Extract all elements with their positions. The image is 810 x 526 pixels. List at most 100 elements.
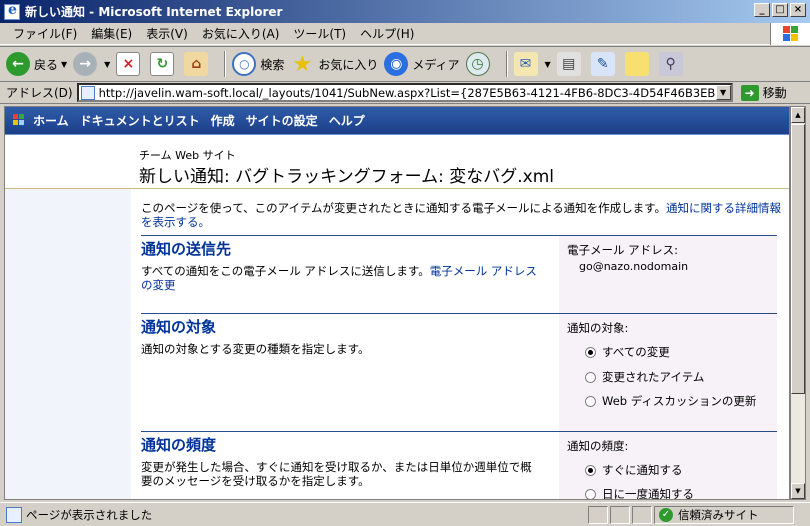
- sharepoint-home-icon: [13, 113, 29, 128]
- nav-documents-lists[interactable]: ドキュメントとリスト: [80, 112, 200, 129]
- page-header: チーム Web サイト 新しい通知: バグトラッキングフォーム: 変なバグ.xm…: [5, 135, 789, 189]
- printer-icon: ▤: [556, 52, 581, 76]
- dropdown-arrow-icon[interactable]: ▼: [545, 60, 551, 69]
- refresh-icon: ↻: [150, 52, 175, 76]
- radio-web-discussion[interactable]: Web ディスカッションの更新: [585, 393, 756, 409]
- section-title: 通知の対象: [141, 318, 217, 336]
- menu-file[interactable]: ファイル(F): [6, 25, 84, 42]
- windows-logo: [770, 23, 810, 45]
- window-title: 新しい通知 - Microsoft Internet Explorer: [25, 5, 283, 19]
- close-button[interactable]: ×: [790, 3, 806, 17]
- section-target: 通知の対象 通知の対象とする変更の種類を指定します。 通知の対象: すべての変更…: [141, 313, 777, 432]
- left-pane: [5, 189, 131, 499]
- menu-edit[interactable]: 編集(E): [84, 25, 139, 42]
- address-dropdown-icon[interactable]: ▼: [715, 85, 731, 100]
- radio-changed-items[interactable]: 変更されたアイテム: [585, 369, 704, 385]
- toolbar-separator: [505, 51, 508, 77]
- frequency-label: 通知の頻度:: [567, 439, 629, 453]
- discuss-button[interactable]: [624, 52, 653, 76]
- dropdown-arrow-icon[interactable]: ▼: [61, 60, 67, 69]
- research-button[interactable]: ⚲: [658, 52, 687, 76]
- scroll-down-icon[interactable]: ▼: [791, 483, 805, 499]
- menu-view[interactable]: 表示(V): [139, 25, 195, 42]
- radio-button[interactable]: [585, 395, 596, 407]
- radio-daily[interactable]: 日に一度通知する: [585, 486, 694, 499]
- menu-bar: ファイル(F) 編集(E) 表示(V) お気に入り(A) ツール(T) ヘルプ(…: [0, 23, 810, 45]
- address-url: http://javelin.wam-soft.local/_layouts/1…: [98, 85, 733, 100]
- target-field-panel: 通知の対象: すべての変更 変更されたアイテム Web ディスカッションの更新: [559, 314, 777, 432]
- radio-all-changes[interactable]: すべての変更: [585, 344, 670, 360]
- section-description: 通知の対象とする変更の種類を指定します。: [141, 342, 370, 356]
- section-recipient: 通知の送信先 すべての通知をこの電子メール アドレスに送信します。電子メール ア…: [141, 235, 777, 314]
- security-zone: ✓ 信頼済みサイト: [654, 505, 794, 524]
- favorites-button[interactable]: ★ お気に入り: [290, 51, 378, 77]
- frequency-field-panel: 通知の頻度: すぐに通知する 日に一度通知する: [559, 432, 777, 499]
- forward-arrow-icon: →: [73, 52, 98, 76]
- note-icon: [624, 52, 649, 76]
- target-label: 通知の対象:: [567, 321, 629, 335]
- recipient-field-panel: 電子メール アドレス: go@nazo.nodomain: [559, 236, 777, 314]
- nav-help[interactable]: ヘルプ: [329, 112, 365, 129]
- search-icon: ○: [232, 52, 257, 76]
- mail-button[interactable]: ✉ ▼: [513, 52, 551, 76]
- go-arrow-icon: ➜: [740, 84, 759, 101]
- radio-immediately[interactable]: すぐに通知する: [585, 462, 683, 478]
- edit-page-icon: ✎: [590, 52, 615, 76]
- trusted-check-icon: ✓: [659, 507, 673, 522]
- status-bar: ページが表示されました ✓ 信頼済みサイト: [0, 502, 810, 526]
- email-label: 電子メール アドレス:: [567, 243, 679, 257]
- mail-icon: ✉: [513, 52, 538, 76]
- history-icon: ◷: [465, 52, 490, 76]
- back-button[interactable]: ← 戻る ▼: [6, 52, 67, 76]
- radio-button[interactable]: [585, 488, 596, 499]
- address-bar: アドレス(D) http://javelin.wam-soft.local/_l…: [0, 82, 810, 104]
- research-icon: ⚲: [658, 52, 683, 76]
- maximize-button[interactable]: □: [772, 3, 788, 17]
- stop-icon: ×: [116, 52, 141, 76]
- nav-home[interactable]: ホーム: [33, 112, 69, 129]
- forward-button[interactable]: → ▼: [73, 52, 110, 76]
- address-input[interactable]: http://javelin.wam-soft.local/_layouts/1…: [76, 83, 733, 102]
- ie-icon: [4, 2, 20, 20]
- address-label: アドレス(D): [6, 86, 73, 100]
- menu-help[interactable]: ヘルプ(H): [353, 25, 421, 42]
- star-icon: ★: [292, 51, 313, 77]
- scroll-thumb[interactable]: [791, 124, 805, 394]
- go-button[interactable]: ➜ 移動: [740, 84, 787, 101]
- history-button[interactable]: ◷: [465, 52, 494, 76]
- radio-button[interactable]: [585, 371, 596, 383]
- menu-favorites[interactable]: お気に入り(A): [195, 25, 287, 42]
- radio-button[interactable]: [585, 464, 596, 476]
- home-button[interactable]: ⌂: [184, 52, 212, 76]
- scroll-up-icon[interactable]: ▲: [791, 107, 805, 123]
- site-name[interactable]: チーム Web サイト: [139, 147, 236, 163]
- status-cell: [610, 505, 630, 524]
- section-description: すべての通知をこの電子メール アドレスに送信します。電子メール アドレスの変更: [141, 264, 537, 292]
- home-icon: ⌂: [184, 52, 209, 76]
- dropdown-arrow-icon[interactable]: ▼: [104, 60, 110, 69]
- toolbar: ← 戻る ▼ → ▼ × ↻ ⌂ ○ 検索 ★ お気に入り ◉ メディア ◷ ✉…: [0, 46, 810, 82]
- vertical-scrollbar[interactable]: ▲ ▼: [790, 106, 806, 500]
- radio-button[interactable]: [585, 346, 596, 358]
- refresh-button[interactable]: ↻: [150, 52, 178, 76]
- nav-site-settings[interactable]: サイトの設定: [246, 112, 318, 129]
- stop-button[interactable]: ×: [116, 52, 144, 76]
- intro-text: このページを使って、このアイテムが変更されたときに通知する電子メールによる通知を…: [141, 201, 781, 229]
- page-viewport: ホーム ドキュメントとリスト 作成 サイトの設定 ヘルプ チーム Web サイト…: [4, 106, 790, 500]
- minimize-button[interactable]: _: [754, 3, 770, 17]
- nav-create[interactable]: 作成: [211, 112, 235, 129]
- toolbar-separator: [224, 51, 227, 77]
- section-description: 変更が発生した場合、すぐに通知を受け取るか、または日単位か週単位で概要のメッセー…: [141, 460, 532, 488]
- title-bar: 新しい通知 - Microsoft Internet Explorer _ □ …: [0, 0, 810, 23]
- search-button[interactable]: ○ 検索: [232, 52, 284, 76]
- section-frequency: 通知の頻度 変更が発生した場合、すぐに通知を受け取るか、または日単位か週単位で概…: [141, 431, 777, 499]
- print-button[interactable]: ▤: [556, 52, 585, 76]
- page-title: 新しい通知: バグトラッキングフォーム: 変なバグ.xml: [139, 167, 554, 187]
- media-button[interactable]: ◉ メディア: [384, 52, 460, 76]
- status-cell: [588, 505, 608, 524]
- menu-tools[interactable]: ツール(T): [286, 25, 353, 42]
- email-value: go@nazo.nodomain: [579, 260, 689, 273]
- status-text: ページが表示されました: [26, 507, 153, 522]
- globe-icon: ◉: [384, 52, 409, 76]
- edit-button[interactable]: ✎: [590, 52, 619, 76]
